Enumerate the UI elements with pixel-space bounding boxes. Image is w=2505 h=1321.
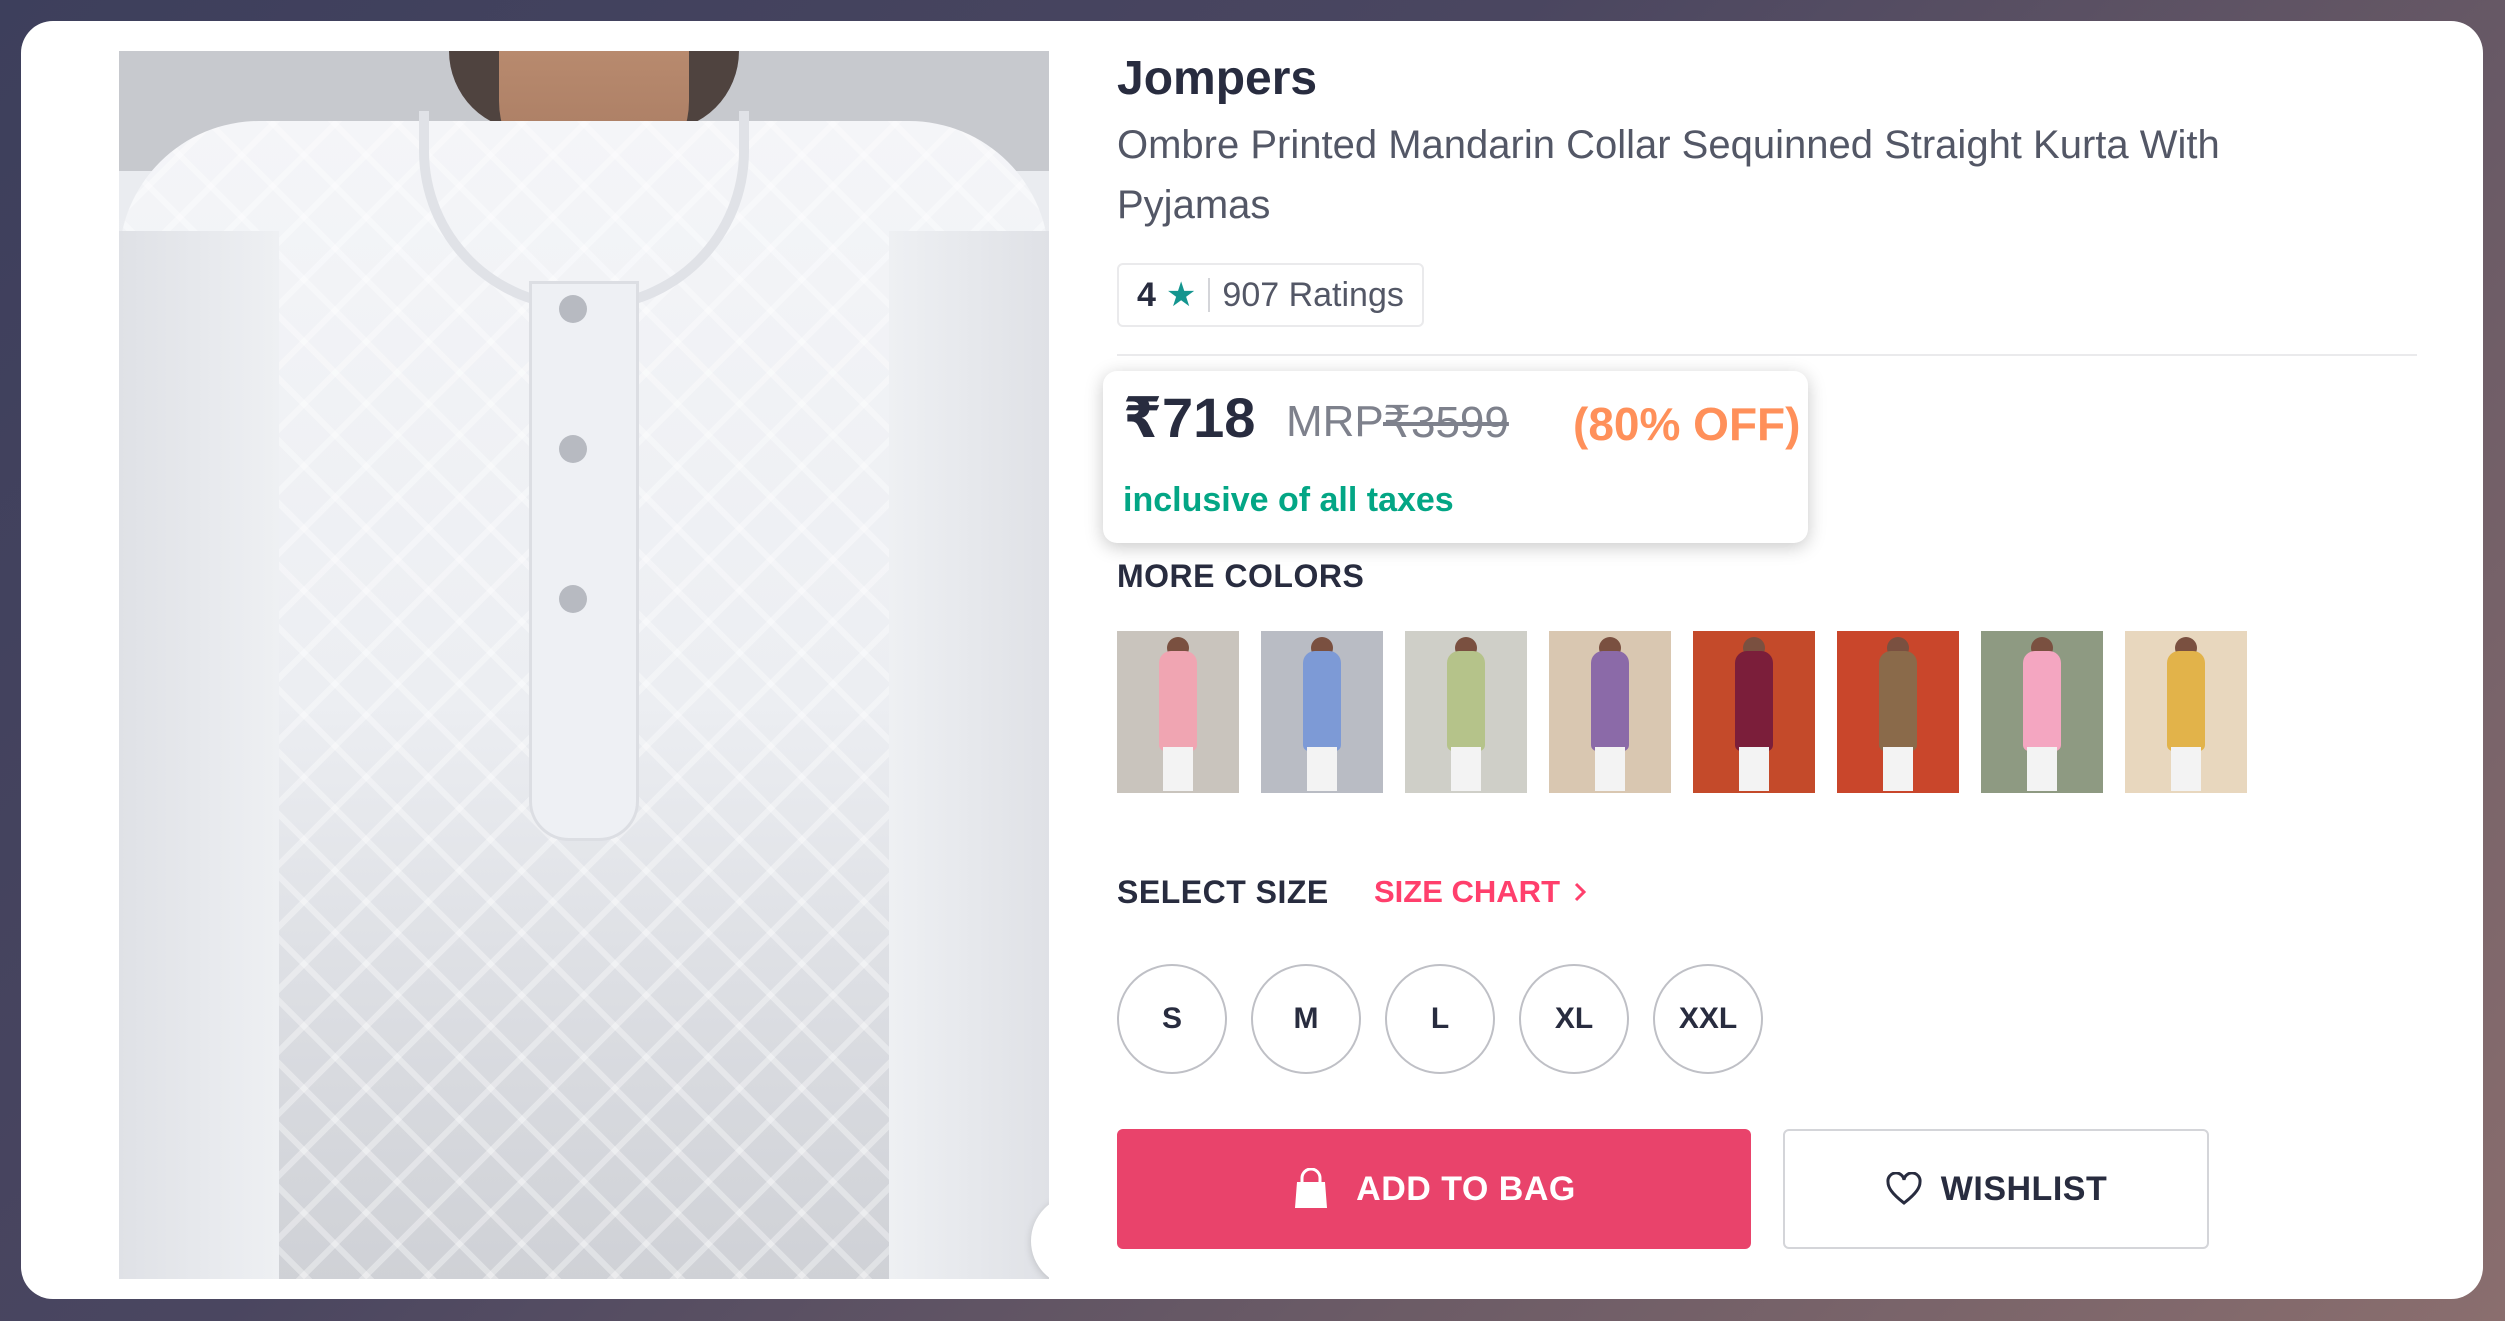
swatch-pyjama xyxy=(1451,747,1481,791)
divider xyxy=(1117,354,2417,356)
size-chart-label: SIZE CHART xyxy=(1374,874,1560,909)
product-title: Ombre Printed Mandarin Collar Sequinned … xyxy=(1117,123,2220,227)
swatch-kurta xyxy=(2167,651,2205,751)
chevron-right-icon xyxy=(1574,882,1587,902)
size-button-xl[interactable]: XL xyxy=(1519,964,1629,1074)
select-size-heading: SELECT SIZE xyxy=(1117,874,1329,910)
product-image[interactable] xyxy=(119,51,1049,1279)
color-swatch-purple[interactable] xyxy=(1549,631,1671,793)
swatch-kurta xyxy=(1447,651,1485,751)
discount-label: (80% OFF) xyxy=(1573,398,1801,450)
swatch-kurta xyxy=(2023,651,2061,751)
color-swatches xyxy=(1117,631,2247,793)
rating-value: 4 xyxy=(1137,275,1156,314)
swatch-kurta xyxy=(1735,651,1773,751)
swatch-kurta xyxy=(1591,651,1629,751)
swatch-kurta xyxy=(1879,651,1917,751)
swatch-pyjama xyxy=(1595,747,1625,791)
wishlist-label: WISHLIST xyxy=(1940,1169,2108,1208)
rating-separator xyxy=(1208,278,1211,312)
more-colors-heading: MORE COLORS xyxy=(1117,558,1365,594)
current-price: ₹718 xyxy=(1123,386,1256,449)
size-button-xxl[interactable]: XXL xyxy=(1653,964,1763,1074)
color-swatch-maroon[interactable] xyxy=(1693,631,1815,793)
mrp-label: MRP xyxy=(1286,397,1384,446)
swatch-pyjama xyxy=(1163,747,1193,791)
color-swatch-white-pink[interactable] xyxy=(1981,631,2103,793)
size-button-l[interactable]: L xyxy=(1385,964,1495,1074)
size-button-s[interactable]: S xyxy=(1117,964,1227,1074)
swatch-pyjama xyxy=(2027,747,2057,791)
heart-icon xyxy=(1886,1172,1922,1205)
swatch-pyjama xyxy=(1883,747,1913,791)
product-detail-card: Jompers Ombre Printed Mandarin Collar Se… xyxy=(21,21,2483,1299)
swatch-kurta xyxy=(1159,651,1197,751)
swatch-kurta xyxy=(1303,651,1341,751)
price-card: ₹718 MRP ₹3599 (80% OFF) inclusive of al… xyxy=(1103,371,1808,543)
swatch-pyjama xyxy=(1739,747,1769,791)
size-options: S M L XL XXL xyxy=(1117,964,1763,1074)
size-chart-link[interactable]: SIZE CHART xyxy=(1374,874,1588,910)
mrp-price: ₹3599 xyxy=(1383,398,1509,447)
bag-icon xyxy=(1295,1168,1328,1208)
add-to-bag-button[interactable]: ADD TO BAG xyxy=(1117,1129,1751,1249)
tax-note: inclusive of all taxes xyxy=(1123,481,1454,519)
brand-name: Jompers xyxy=(1117,52,1318,105)
swatch-pyjama xyxy=(2171,747,2201,791)
color-swatch-mustard[interactable] xyxy=(2125,631,2247,793)
add-to-bag-label: ADD TO BAG xyxy=(1356,1169,1576,1208)
rating-badge[interactable]: 4 ★ 907 Ratings xyxy=(1117,263,1424,327)
swatch-pyjama xyxy=(1307,747,1337,791)
star-icon: ★ xyxy=(1165,276,1197,314)
size-button-m[interactable]: M xyxy=(1251,964,1361,1074)
color-swatch-blue[interactable] xyxy=(1261,631,1383,793)
color-swatch-pink[interactable] xyxy=(1117,631,1239,793)
color-swatch-green[interactable] xyxy=(1405,631,1527,793)
wishlist-button[interactable]: WISHLIST xyxy=(1783,1129,2209,1249)
rating-count: 907 Ratings xyxy=(1222,275,1404,314)
color-swatch-brown[interactable] xyxy=(1837,631,1959,793)
